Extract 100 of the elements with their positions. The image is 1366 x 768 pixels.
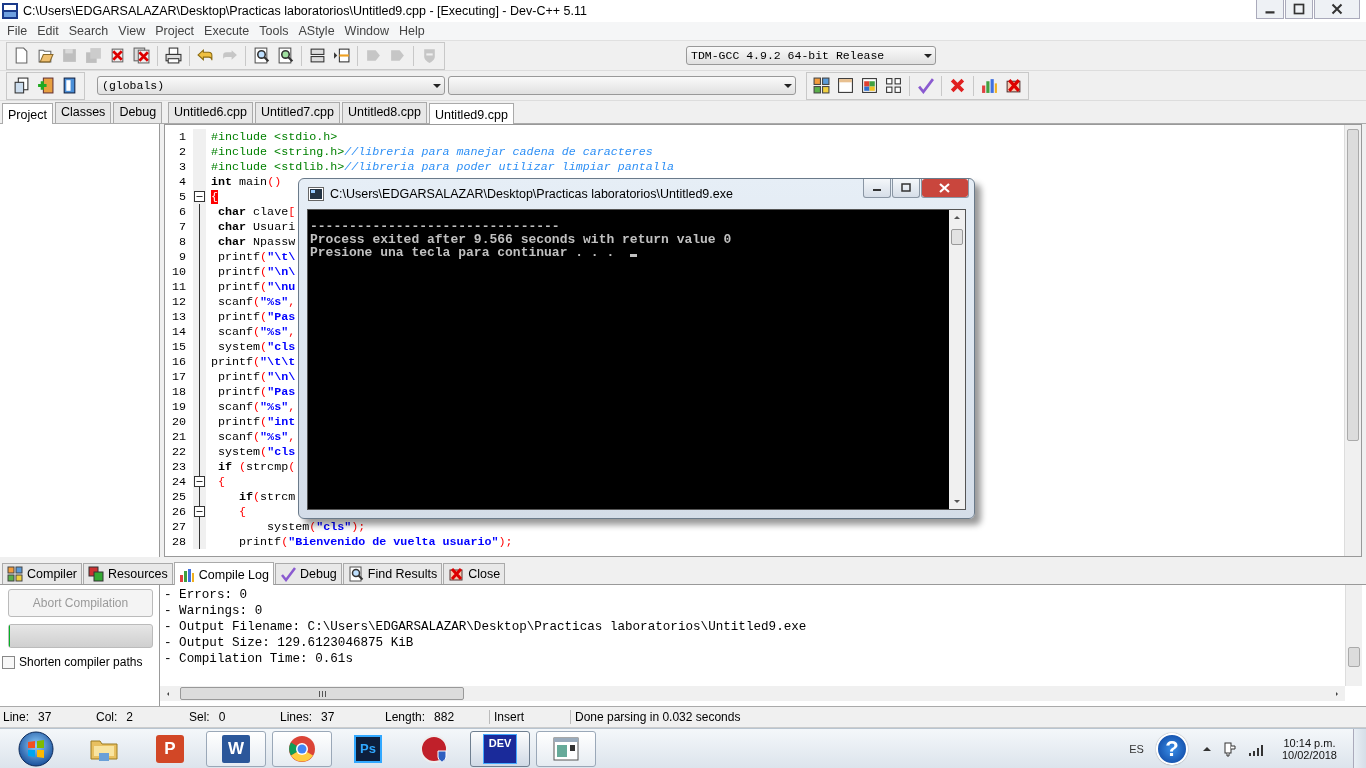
- code-line: {: [217, 474, 227, 489]
- line-number: 2: [178, 144, 187, 159]
- open-file-icon[interactable]: [37, 47, 54, 64]
- four-tiles-icon[interactable]: [813, 77, 830, 94]
- bar-chart-icon: [178, 567, 195, 583]
- cross-icon[interactable]: [949, 77, 966, 94]
- menu-item[interactable]: File: [2, 24, 33, 38]
- code-line: scanf("%s",: [217, 294, 297, 309]
- grid-icon[interactable]: [885, 77, 902, 94]
- new-project-icon[interactable]: [13, 77, 30, 94]
- scrollbar-thumb[interactable]: [951, 229, 963, 245]
- line-number: 21: [170, 429, 187, 444]
- checkbox-label[interactable]: Shorten compiler paths: [19, 655, 143, 669]
- clock-time[interactable]: 10:14 p.m.: [1283, 736, 1336, 749]
- line-number: 26: [170, 504, 187, 519]
- code-line: int main(): [211, 174, 283, 189]
- panel-tab[interactable]: Project: [2, 103, 53, 124]
- close-icon[interactable]: [1314, 0, 1360, 19]
- panel-tab[interactable]: Debug: [113, 102, 163, 123]
- window-title: C:\Users\EDGARSALAZAR\Desktop\Practicas laboratorios\Untitled9.cpp - [Executing] - Dev-C++ 5.11: [23, 4, 588, 18]
- plug-icon[interactable]: [1221, 740, 1238, 757]
- panel-tab[interactable]: Find Results: [342, 563, 443, 584]
- taskbar-button[interactable]: Ps: [338, 730, 398, 767]
- status-value: 37: [321, 710, 335, 724]
- clock-date[interactable]: 10/02/2018: [1281, 748, 1337, 761]
- scrollbar[interactable]: [949, 210, 965, 509]
- caret-icon: [433, 83, 441, 88]
- panel-tab[interactable]: Compiler: [2, 563, 82, 584]
- help-icon[interactable]: ?: [1155, 732, 1188, 765]
- line-number: 25: [170, 489, 187, 504]
- panel-tab[interactable]: Compile Log: [173, 562, 274, 585]
- menu-item[interactable]: Edit: [32, 24, 64, 38]
- checkmark-icon[interactable]: [917, 77, 934, 94]
- search-icon[interactable]: [253, 47, 270, 64]
- code-line: if (strcmp(: [217, 459, 297, 474]
- stacked-bars-icon[interactable]: [309, 47, 326, 64]
- menu-item[interactable]: Execute: [199, 24, 255, 38]
- line-number: 3: [178, 159, 187, 174]
- scope-dropdown[interactable]: (globals): [97, 76, 445, 95]
- panel-tab[interactable]: Close: [443, 563, 506, 584]
- language-indicator[interactable]: ES: [1129, 742, 1144, 755]
- file-tab[interactable]: Untitled9.cpp: [428, 103, 514, 124]
- menu-item[interactable]: View: [113, 24, 151, 38]
- window-tiles-icon[interactable]: [861, 77, 878, 94]
- code-line: printf("\t\t: [211, 354, 297, 369]
- line-number: 14: [170, 324, 187, 339]
- menu-item[interactable]: Help: [394, 24, 430, 38]
- caret-icon: [784, 83, 792, 88]
- line-number: 16: [170, 354, 187, 369]
- start-button[interactable]: [18, 730, 54, 767]
- panel-tab[interactable]: Classes: [54, 102, 112, 123]
- close-all-icon[interactable]: [133, 47, 150, 64]
- minimize-icon[interactable]: [1256, 0, 1284, 19]
- scrollbar[interactable]: [1344, 125, 1361, 556]
- caret-icon: [924, 53, 932, 58]
- maximize-icon[interactable]: [892, 179, 920, 198]
- code-line: printf("int: [217, 414, 297, 429]
- arrow-page-icon[interactable]: [333, 47, 350, 64]
- code-line: #include <string.h>//libreria para manejar cadena de caracteres: [211, 144, 654, 159]
- maximize-icon[interactable]: [1285, 0, 1313, 19]
- log-line: - Output Filename: C:\Users\EDGARSALAZAR\Desktop\Practicas laboratorios\Untitled9.exe: [164, 619, 808, 635]
- window-icon[interactable]: [837, 77, 854, 94]
- find-replace-icon[interactable]: [277, 47, 294, 64]
- code-line: char clave[: [217, 204, 297, 219]
- menu-item[interactable]: Tools: [254, 24, 294, 38]
- panel-tab[interactable]: Debug: [274, 563, 342, 584]
- member-dropdown[interactable]: [448, 76, 796, 95]
- panel-tab[interactable]: Resources: [83, 563, 173, 584]
- new-file-icon[interactable]: [13, 47, 30, 64]
- book-icon[interactable]: [61, 77, 78, 94]
- taskbar-button[interactable]: DEV: [470, 730, 530, 767]
- bar-chart-icon[interactable]: [981, 77, 998, 94]
- file-tab[interactable]: Untitled7.cpp: [254, 102, 340, 123]
- taskbar-button[interactable]: [272, 730, 332, 767]
- menu-item[interactable]: Search: [63, 24, 114, 38]
- add-file-icon[interactable]: [37, 77, 54, 94]
- taskbar-button[interactable]: P: [140, 730, 200, 767]
- line-number: 28: [170, 534, 187, 549]
- status-label: Sel:: [189, 710, 210, 724]
- code-line: printf("Pas: [217, 384, 297, 399]
- taskbar-button[interactable]: W: [206, 730, 266, 767]
- text-cursor: [629, 254, 637, 257]
- compiler-dropdown[interactable]: TDM-GCC 4.9.2 64-bit Release: [686, 46, 936, 65]
- page-cross-icon[interactable]: [1005, 77, 1022, 94]
- app-logo: Ps: [354, 734, 382, 763]
- taskbar-button[interactable]: [536, 730, 596, 767]
- checkbox[interactable]: [2, 655, 15, 669]
- minimize-icon[interactable]: [863, 179, 891, 198]
- line-number: 27: [170, 519, 187, 534]
- scrollbar[interactable]: [1345, 585, 1362, 686]
- undo-icon[interactable]: [197, 47, 214, 64]
- close-file-icon[interactable]: [109, 47, 126, 64]
- file-tab[interactable]: Untitled8.cpp: [341, 102, 427, 123]
- menu-item[interactable]: Window: [339, 24, 395, 38]
- close-icon[interactable]: [921, 179, 969, 198]
- line-number: 9: [178, 249, 187, 264]
- printer-icon[interactable]: [165, 47, 182, 64]
- menu-item[interactable]: Project: [150, 24, 200, 38]
- menu-item[interactable]: AStyle: [293, 24, 340, 38]
- file-tab[interactable]: Untitled6.cpp: [168, 102, 253, 123]
